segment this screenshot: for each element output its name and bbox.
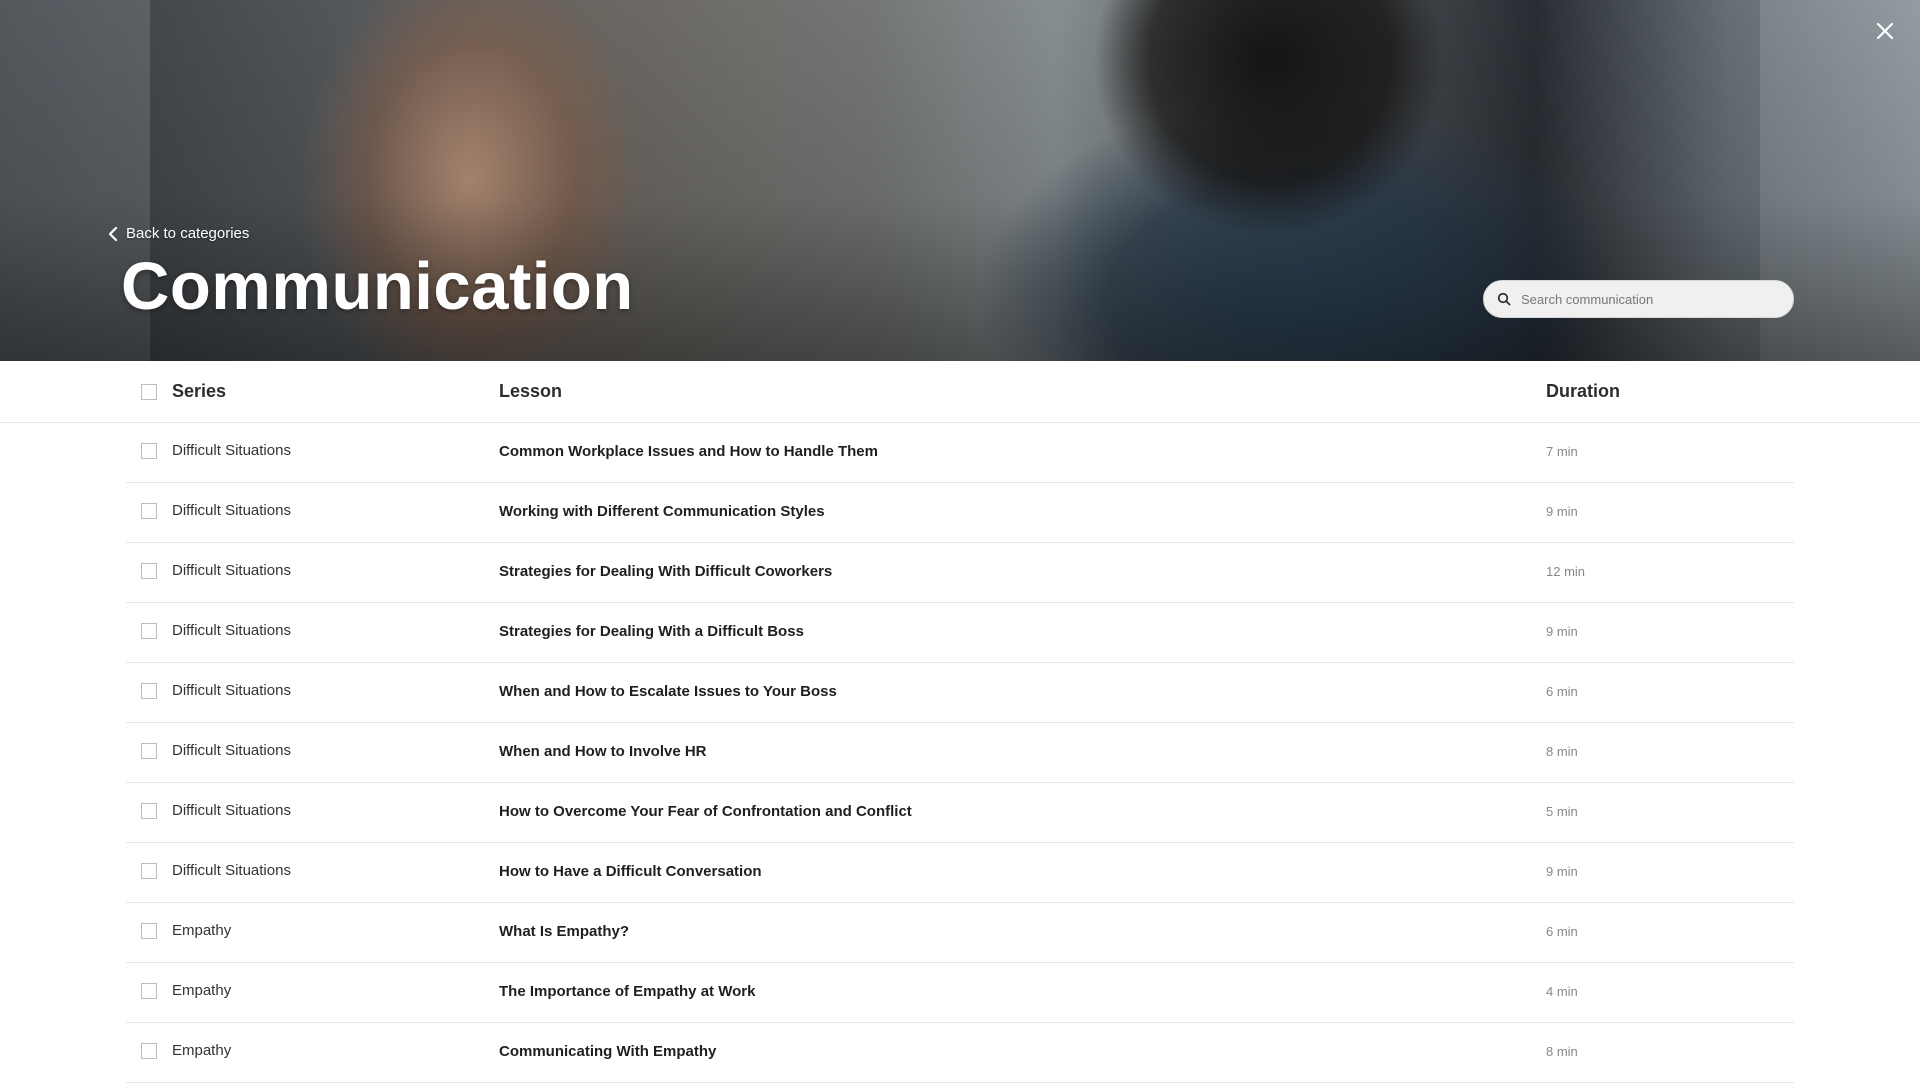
table-header: Series Lesson Duration	[0, 361, 1920, 423]
series-cell: Difficult Situations	[172, 682, 291, 699]
close-button[interactable]	[1872, 18, 1898, 44]
lesson-link[interactable]: Communicating With Empathy	[499, 1043, 716, 1060]
duration-cell: 8 min	[1546, 744, 1578, 759]
duration-cell: 4 min	[1546, 984, 1578, 999]
duration-cell: 9 min	[1546, 504, 1578, 519]
table-row[interactable]: Difficult Situations How to Have a Diffic…	[126, 843, 1794, 903]
table-row[interactable]: Difficult Situations How to Overcome Your…	[126, 783, 1794, 843]
lesson-link[interactable]: What Is Empathy?	[499, 923, 629, 940]
row-checkbox[interactable]	[141, 863, 157, 879]
back-to-categories-link[interactable]: Back to categories	[108, 225, 249, 242]
column-header-lesson[interactable]: Lesson	[499, 381, 562, 402]
select-all-checkbox[interactable]	[141, 384, 157, 400]
lesson-link[interactable]: When and How to Involve HR	[499, 743, 707, 760]
table-row[interactable]: Difficult Situations When and How to Esca…	[126, 663, 1794, 723]
hero-banner: Back to categories Communication	[0, 0, 1920, 361]
table-row[interactable]: Difficult Situations Working with Differe…	[126, 483, 1794, 543]
row-checkbox[interactable]	[141, 623, 157, 639]
row-checkbox[interactable]	[141, 563, 157, 579]
column-header-duration[interactable]: Duration	[1546, 381, 1620, 402]
chevron-left-icon	[108, 226, 118, 241]
lesson-link[interactable]: Working with Different Communication Sty…	[499, 503, 825, 520]
table-row[interactable]: Empathy Communicating With Empathy 8 min	[126, 1023, 1794, 1083]
close-icon	[1876, 22, 1894, 40]
back-link-label: Back to categories	[126, 225, 250, 242]
row-checkbox[interactable]	[141, 503, 157, 519]
series-cell: Difficult Situations	[172, 802, 291, 819]
lesson-link[interactable]: When and How to Escalate Issues to Your …	[499, 683, 837, 700]
duration-cell: 7 min	[1546, 444, 1578, 459]
search-input[interactable]	[1521, 291, 1771, 307]
table-row[interactable]: Empathy What Is Empathy? 6 min	[126, 903, 1794, 963]
series-cell: Difficult Situations	[172, 862, 291, 879]
duration-cell: 8 min	[1546, 1044, 1578, 1059]
series-cell: Difficult Situations	[172, 442, 291, 459]
row-checkbox[interactable]	[141, 923, 157, 939]
lesson-link[interactable]: How to Overcome Your Fear of Confrontati…	[499, 803, 912, 820]
duration-cell: 9 min	[1546, 864, 1578, 879]
search-box[interactable]	[1483, 280, 1794, 318]
row-checkbox[interactable]	[141, 683, 157, 699]
duration-cell: 5 min	[1546, 804, 1578, 819]
duration-cell: 6 min	[1546, 684, 1578, 699]
series-cell: Difficult Situations	[172, 502, 291, 519]
lesson-list: Difficult Situations Common Workplace Iss…	[126, 423, 1794, 1083]
series-cell: Empathy	[172, 1042, 232, 1059]
series-cell: Empathy	[172, 982, 232, 999]
table-row[interactable]: Difficult Situations Strategies for Deali…	[126, 603, 1794, 663]
lesson-link[interactable]: Common Workplace Issues and How to Handl…	[499, 443, 878, 460]
lesson-link[interactable]: The Importance of Empathy at Work	[499, 983, 755, 1000]
row-checkbox[interactable]	[141, 803, 157, 819]
search-icon	[1497, 292, 1511, 306]
lesson-link[interactable]: Strategies for Dealing With Difficult Co…	[499, 563, 832, 580]
duration-cell: 6 min	[1546, 924, 1578, 939]
row-checkbox[interactable]	[141, 1043, 157, 1059]
column-header-series[interactable]: Series	[172, 381, 226, 402]
row-checkbox[interactable]	[141, 983, 157, 999]
table-row[interactable]: Difficult Situations Common Workplace Iss…	[126, 423, 1794, 483]
table-row[interactable]: Difficult Situations Strategies for Deali…	[126, 543, 1794, 603]
table-row[interactable]: Empathy The Importance of Empathy at Work…	[126, 963, 1794, 1023]
series-cell: Difficult Situations	[172, 742, 291, 759]
table-row[interactable]: Difficult Situations When and How to Invo…	[126, 723, 1794, 783]
page-title: Communication	[121, 249, 634, 324]
row-checkbox[interactable]	[141, 443, 157, 459]
lesson-link[interactable]: Strategies for Dealing With a Difficult …	[499, 623, 804, 640]
series-cell: Empathy	[172, 922, 232, 939]
series-cell: Difficult Situations	[172, 562, 291, 579]
duration-cell: 12 min	[1546, 564, 1586, 579]
lesson-link[interactable]: How to Have a Difficult Conversation	[499, 863, 762, 880]
series-cell: Difficult Situations	[172, 622, 291, 639]
duration-cell: 9 min	[1546, 624, 1578, 639]
row-checkbox[interactable]	[141, 743, 157, 759]
